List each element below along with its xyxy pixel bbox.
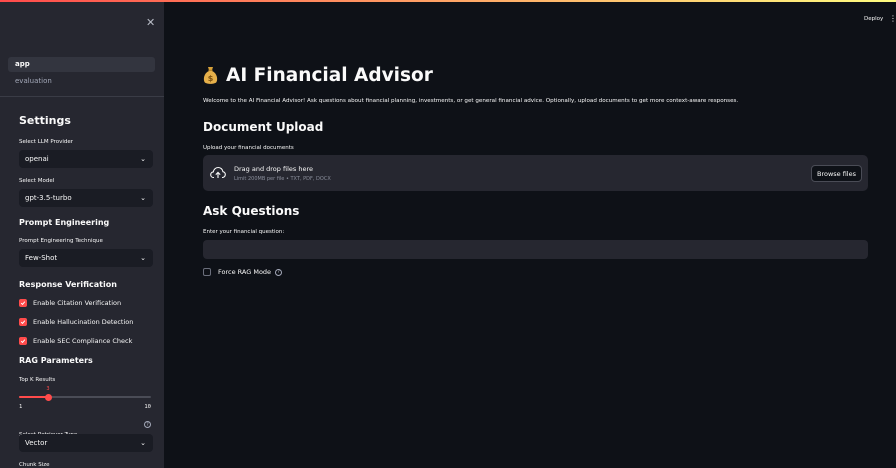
force-rag-checkbox[interactable]: Force RAG Mode ?	[203, 268, 283, 276]
browse-files-button[interactable]: Browse files	[811, 165, 862, 182]
chevron-down-icon: ⌄	[140, 254, 146, 262]
chevron-down-icon: ⌄	[140, 155, 146, 163]
question-label: Enter your financial question:	[203, 229, 285, 235]
chevron-down-icon: ⌄	[140, 439, 146, 447]
cloud-upload-icon	[210, 166, 226, 179]
dropzone-subtitle: Limit 200MB per file • TXT, PDF, DOCX	[234, 176, 331, 182]
retriever-type-select[interactable]: Vector ⌄	[19, 434, 153, 452]
llm-provider-label: Select LLM Provider	[19, 139, 73, 145]
question-input[interactable]	[203, 240, 868, 259]
top-k-label: Top K Results	[19, 377, 56, 383]
upload-label: Upload your financial documents	[203, 145, 294, 151]
model-label: Select Model	[19, 178, 55, 184]
llm-provider-value: openai	[25, 155, 49, 163]
rag-parameters-heading: RAG Parameters	[19, 356, 93, 365]
hallucination-detection-checkbox[interactable]: Enable Hallucination Detection	[19, 316, 133, 328]
top-k-current-value: 3	[46, 386, 50, 392]
dropzone-title: Drag and drop files here	[234, 165, 313, 173]
model-select[interactable]: gpt-3.5-turbo ⌄	[19, 189, 153, 207]
chunk-size-label: Chunk Size	[19, 462, 50, 468]
prompt-technique-label: Prompt Engineering Technique	[19, 238, 103, 244]
help-icon[interactable]: ?	[144, 421, 151, 428]
file-dropzone[interactable]: Drag and drop files here Limit 200MB per…	[203, 155, 868, 191]
sec-compliance-label: Enable SEC Compliance Check	[33, 337, 133, 345]
settings-heading: Settings	[19, 114, 71, 127]
close-icon[interactable]: ✕	[146, 16, 155, 29]
help-icon[interactable]: ?	[275, 268, 283, 276]
hallucination-detection-label: Enable Hallucination Detection	[33, 318, 134, 326]
citation-verification-checkbox[interactable]: Enable Citation Verification	[19, 297, 121, 309]
page-title-text: AI Financial Advisor	[226, 65, 433, 86]
checkbox-checked-icon	[19, 299, 27, 307]
retriever-type-value: Vector	[25, 439, 48, 447]
checkbox-checked-icon	[19, 318, 27, 326]
main-content: $ AI Financial Advisor Welcome to the AI…	[203, 0, 868, 468]
top-k-min: 1	[19, 404, 23, 410]
sidebar: ✕ app evaluation Settings Select LLM Pro…	[0, 2, 164, 468]
slider-thumb[interactable]	[44, 393, 52, 401]
slider-fill	[19, 396, 49, 398]
citation-verification-label: Enable Citation Verification	[33, 299, 122, 307]
sidebar-nav: app evaluation	[8, 57, 155, 91]
welcome-text: Welcome to the AI Financial Advisor! Ask…	[203, 98, 739, 104]
force-rag-label: Force RAG Mode	[218, 268, 272, 276]
sec-compliance-checkbox[interactable]: Enable SEC Compliance Check	[19, 335, 132, 347]
nav-item-app[interactable]: app	[8, 57, 155, 72]
prompt-technique-value: Few-Shot	[25, 254, 58, 262]
nav-item-evaluation[interactable]: evaluation	[8, 74, 155, 89]
top-k-max: 10	[144, 404, 151, 410]
checkbox-checked-icon	[19, 337, 27, 345]
more-vertical-icon[interactable]: ⋮	[889, 14, 896, 23]
response-verification-heading: Response Verification	[19, 280, 117, 289]
document-upload-heading: Document Upload	[203, 120, 324, 134]
retriever-label-row: Select Retriever Type ?	[19, 421, 153, 438]
ask-questions-heading: Ask Questions	[203, 204, 300, 218]
prompt-engineering-heading: Prompt Engineering	[19, 218, 110, 227]
top-k-slider[interactable]: 3 1 10	[19, 386, 153, 410]
page-title: $ AI Financial Advisor	[203, 65, 433, 86]
money-bag-icon: $	[203, 67, 218, 84]
sidebar-divider	[0, 96, 164, 97]
llm-provider-select[interactable]: openai ⌄	[19, 150, 153, 168]
svg-text:$: $	[208, 74, 214, 83]
prompt-technique-select[interactable]: Few-Shot ⌄	[19, 249, 153, 267]
chevron-down-icon: ⌄	[140, 194, 146, 202]
checkbox-unchecked-icon[interactable]	[203, 268, 211, 276]
model-value: gpt-3.5-turbo	[25, 194, 72, 202]
